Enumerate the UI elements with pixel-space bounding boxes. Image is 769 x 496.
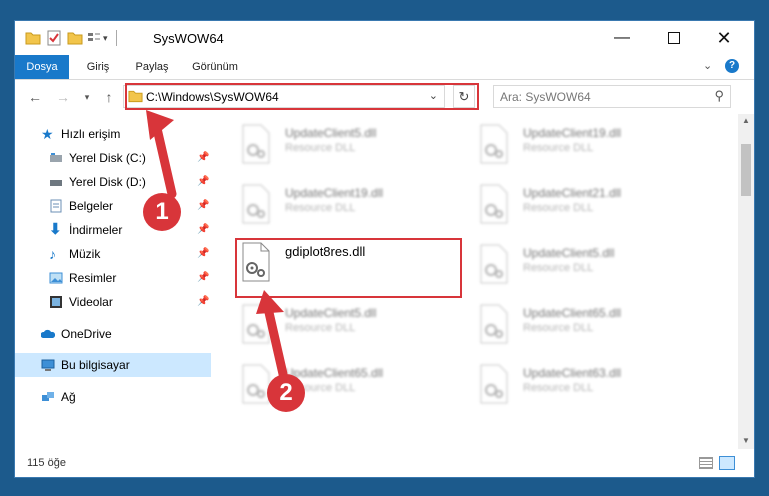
document-icon [50, 199, 62, 213]
navigation-pane: ★ Hızlı erişim Yerel Disk (C:) 📌 Yerel D… [15, 114, 211, 449]
close-icon: ✕ [716, 27, 732, 48]
dll-file-icon [242, 304, 270, 344]
dll-file-icon [480, 184, 508, 224]
network-icon [42, 392, 54, 401]
forward-button[interactable]: → [53, 88, 73, 106]
pin-icon[interactable]: 📌 [197, 272, 209, 283]
maximize-icon [668, 32, 680, 44]
file-item[interactable]: UpdateClient5.dll Resource DLL [235, 120, 465, 172]
tiles-view-icon[interactable] [719, 456, 735, 470]
pin-icon[interactable]: 📌 [197, 224, 209, 235]
minimize-button[interactable]: — [599, 21, 645, 55]
dll-file-icon [242, 124, 270, 164]
sidebar-item-disk-d[interactable]: Yerel Disk (D:) [49, 171, 219, 193]
item-count: 115 öğe [27, 457, 66, 469]
minimize-icon: — [614, 29, 630, 46]
pin-icon[interactable]: 📌 [197, 152, 209, 163]
star-icon: ★ [41, 126, 54, 142]
status-bar: 115 öğe [15, 449, 754, 477]
tab-file[interactable]: Dosya [15, 55, 69, 79]
file-item[interactable]: UpdateClient5.dll Resource DLL [473, 240, 703, 292]
file-item[interactable]: UpdateClient5.dll Resource DLL [235, 300, 465, 352]
details-view-icon[interactable] [699, 457, 713, 469]
pin-icon[interactable]: 📌 [197, 296, 209, 307]
title-bar: ▾ SysWOW64 — ✕ [15, 21, 754, 55]
drive-icon [50, 180, 62, 186]
search-icon: ⚲ [714, 88, 724, 103]
cloud-icon [41, 329, 55, 338]
arrow-right-icon: → [56, 89, 70, 105]
drive-icon [50, 153, 62, 162]
ribbon: Dosya Giriş Paylaş Görünüm ⌄ ? [15, 55, 754, 80]
scroll-thumb[interactable] [741, 144, 751, 196]
tab-home[interactable]: Giriş [81, 55, 115, 79]
search-input[interactable]: Ara: SysWOW64 [500, 90, 591, 104]
properties-icon[interactable] [47, 30, 61, 46]
dll-file-icon [480, 244, 508, 284]
dll-file-icon [480, 124, 508, 164]
computer-icon [41, 359, 55, 371]
file-item[interactable]: UpdateClient65.dll Resource DLL [473, 300, 703, 352]
help-icon[interactable]: ? [725, 59, 739, 73]
folder-icon[interactable] [25, 31, 41, 45]
back-button[interactable]: ← [25, 88, 45, 106]
address-highlight-box [125, 83, 479, 110]
file-item[interactable]: UpdateClient19.dll Resource DLL [473, 120, 703, 172]
recent-locations-button[interactable]: ▾ [77, 88, 97, 106]
callout-badge-2: 2 [267, 374, 305, 412]
arrow-left-icon: ← [28, 89, 42, 105]
tab-share[interactable]: Paylaş [127, 55, 177, 79]
picture-icon [49, 272, 63, 284]
explorer-window: ▾ SysWOW64 — ✕ Dosya Giriş Paylaş Görünü… [14, 20, 755, 478]
quick-access-toolbar: ▾ [25, 29, 117, 47]
up-button[interactable]: ↑ [99, 88, 119, 106]
file-highlight-box [235, 238, 462, 298]
dll-file-icon [480, 364, 508, 404]
scroll-down-icon[interactable]: ▼ [742, 436, 750, 445]
download-arrow-icon: ⬇ [49, 221, 62, 238]
customize-icon[interactable] [87, 31, 101, 45]
file-item[interactable]: UpdateClient21.dll Resource DLL [473, 180, 703, 232]
dll-file-icon [242, 184, 270, 224]
file-item[interactable]: UpdateClient63.dll Resource DLL [473, 360, 703, 412]
window-title: SysWOW64 [153, 31, 224, 46]
new-folder-icon[interactable] [67, 31, 83, 45]
pin-icon[interactable]: 📌 [197, 200, 209, 211]
arrow-up-icon: ↑ [105, 89, 113, 105]
dll-file-icon [480, 304, 508, 344]
file-item[interactable]: UpdateClient19.dll Resource DLL [235, 180, 465, 232]
chevron-down-icon: ▾ [84, 92, 90, 102]
pin-icon[interactable]: 📌 [197, 176, 209, 187]
callout-badge-1: 1 [143, 193, 181, 231]
vertical-scrollbar[interactable]: ▲ ▼ [738, 114, 754, 449]
scroll-up-icon[interactable]: ▲ [742, 116, 750, 125]
ribbon-expand-icon[interactable]: ⌄ [703, 59, 712, 72]
search-box[interactable]: Ara: SysWOW64 ⚲ [493, 85, 731, 108]
pin-icon[interactable]: 📌 [197, 248, 209, 259]
qa-dropdown-icon[interactable]: ▾ [103, 33, 108, 44]
tab-view[interactable]: Görünüm [185, 55, 245, 79]
close-button[interactable]: ✕ [701, 21, 747, 55]
music-note-icon: ♪ [49, 246, 56, 262]
sidebar-item-disk-c[interactable]: Yerel Disk (C:) [49, 147, 219, 169]
video-icon [50, 296, 62, 308]
maximize-button[interactable] [651, 21, 697, 55]
